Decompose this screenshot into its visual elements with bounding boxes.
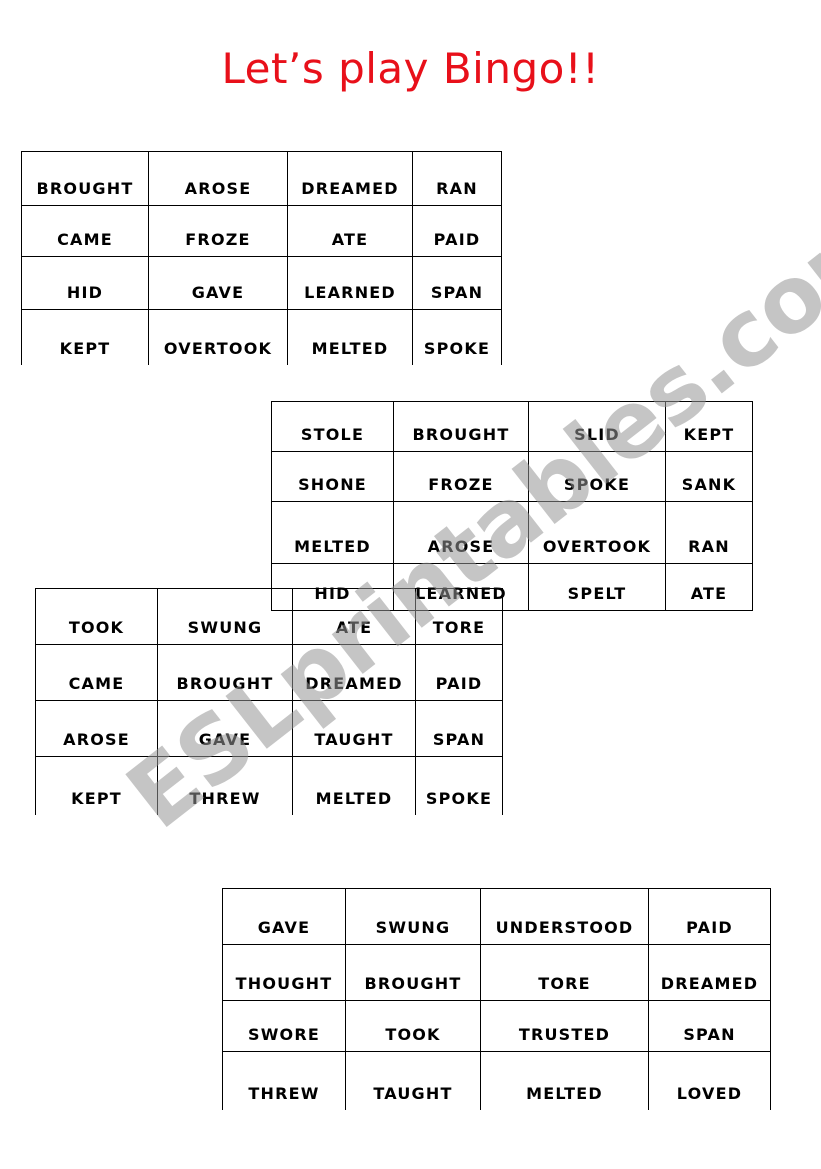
bingo-cell: MELTED: [287, 309, 412, 365]
bingo-cell: TORE: [480, 944, 648, 1000]
bingo-cell: DREAMED: [292, 644, 415, 700]
bingo-cell: DREAMED: [287, 151, 412, 205]
bingo-cell: FROZE: [393, 451, 528, 501]
bingo-cell: SPELT: [528, 563, 665, 611]
bingo-cell: RAN: [665, 501, 753, 563]
bingo-cell: ATE: [292, 588, 415, 644]
bingo-cell: MELTED: [271, 501, 393, 563]
bingo-cell: THOUGHT: [222, 944, 345, 1000]
bingo-cell: OVERTOOK: [528, 501, 665, 563]
bingo-cell: SWORE: [222, 1000, 345, 1051]
bingo-cell: KEPT: [21, 309, 148, 365]
bingo-cell: CAME: [35, 644, 157, 700]
bingo-cell: BROUGHT: [21, 151, 148, 205]
bingo-cell: PAID: [415, 644, 503, 700]
bingo-cell: PAID: [412, 205, 502, 256]
bingo-cell: TOOK: [345, 1000, 480, 1051]
bingo-cell: PAID: [648, 888, 771, 944]
bingo-cell: SHONE: [271, 451, 393, 501]
bingo-cell: CAME: [21, 205, 148, 256]
bingo-cell: ATE: [287, 205, 412, 256]
bingo-cell: OVERTOOK: [148, 309, 287, 365]
bingo-cell: AROSE: [35, 700, 157, 756]
bingo-cell: RAN: [412, 151, 502, 205]
bingo-cell: AROSE: [393, 501, 528, 563]
bingo-cell: SPOKE: [412, 309, 502, 365]
bingo-cell: LEARNED: [287, 256, 412, 309]
bingo-cell: HID: [21, 256, 148, 309]
bingo-cell: SPAN: [412, 256, 502, 309]
bingo-cell: MELTED: [292, 756, 415, 815]
bingo-cell: THREW: [222, 1051, 345, 1110]
bingo-cell: MELTED: [480, 1051, 648, 1110]
bingo-cell: TOOK: [35, 588, 157, 644]
bingo-cell: SANK: [665, 451, 753, 501]
bingo-cell: THREW: [157, 756, 292, 815]
bingo-cell: TAUGHT: [345, 1051, 480, 1110]
bingo-cell: SWUNG: [345, 888, 480, 944]
bingo-cell: TRUSTED: [480, 1000, 648, 1051]
bingo-cell: TAUGHT: [292, 700, 415, 756]
bingo-cell: STOLE: [271, 401, 393, 451]
bingo-cell: SPAN: [415, 700, 503, 756]
page-title: Let’s play Bingo!!: [221, 44, 600, 93]
bingo-cell: LOVED: [648, 1051, 771, 1110]
bingo-cell: ATE: [665, 563, 753, 611]
bingo-cell: UNDERSTOOD: [480, 888, 648, 944]
bingo-cell: GAVE: [222, 888, 345, 944]
bingo-cell: DREAMED: [648, 944, 771, 1000]
bingo-cell: SWUNG: [157, 588, 292, 644]
bingo-cell: SPOKE: [415, 756, 503, 815]
bingo-cell: TORE: [415, 588, 503, 644]
bingo-cell: SPAN: [648, 1000, 771, 1051]
bingo-cell: BROUGHT: [345, 944, 480, 1000]
bingo-cell: GAVE: [148, 256, 287, 309]
bingo-cell: FROZE: [148, 205, 287, 256]
bingo-cell: BROUGHT: [157, 644, 292, 700]
bingo-cell: KEPT: [35, 756, 157, 815]
bingo-cell: GAVE: [157, 700, 292, 756]
bingo-cell: AROSE: [148, 151, 287, 205]
bingo-cell: SLID: [528, 401, 665, 451]
bingo-cell: SPOKE: [528, 451, 665, 501]
bingo-cell: BROUGHT: [393, 401, 528, 451]
bingo-cell: KEPT: [665, 401, 753, 451]
